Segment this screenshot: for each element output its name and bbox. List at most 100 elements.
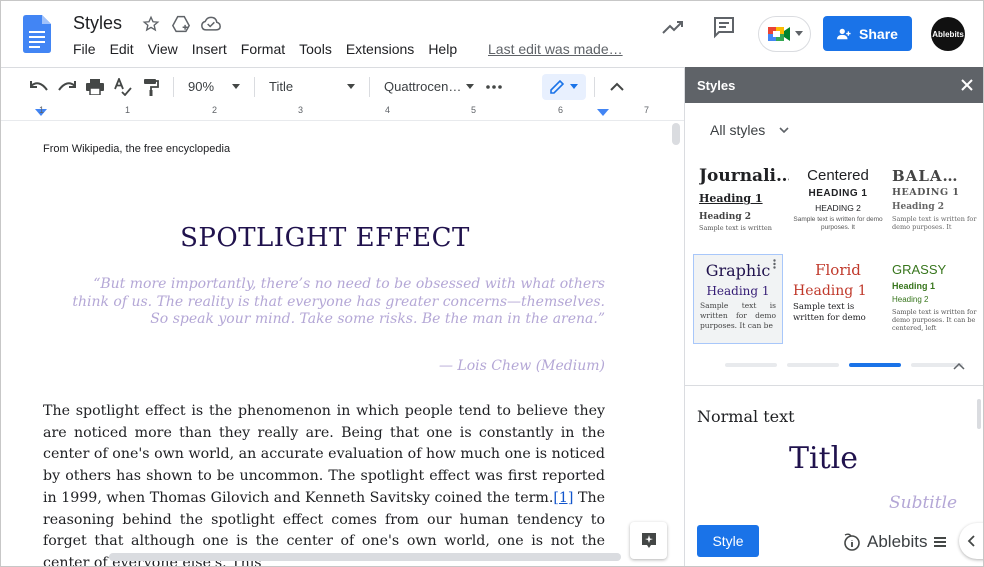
- document-page[interactable]: From Wikipedia, the free encyclopedia SP…: [1, 121, 649, 566]
- last-edit-link[interactable]: Last edit was made…: [488, 41, 623, 57]
- right-indent-marker[interactable]: [597, 109, 609, 116]
- meet-button[interactable]: [758, 16, 811, 52]
- ruler-tick: 1: [39, 105, 45, 115]
- docs-logo-icon[interactable]: [23, 15, 51, 53]
- collapse-cards-icon[interactable]: [953, 362, 965, 370]
- preview-normal-text: Normal text: [697, 407, 795, 426]
- toolbar: 90% Title Quattrocen…: [1, 67, 684, 105]
- card-title: Florid: [815, 261, 861, 279]
- comments-icon[interactable]: [712, 15, 736, 44]
- wiki-note: From Wikipedia, the free encyclopedia: [43, 143, 231, 155]
- style-card-journalism[interactable]: Journali… Heading 1 Heading 2 Sample tex…: [699, 160, 789, 250]
- ruler-tick: 4: [385, 105, 391, 115]
- star-icon[interactable]: [139, 13, 163, 35]
- chevron-down-icon: [570, 83, 578, 89]
- title-icons: [139, 13, 223, 35]
- chevron-down-icon: [466, 83, 474, 89]
- card-title: Journali…: [699, 166, 789, 186]
- menu-insert[interactable]: Insert: [192, 41, 227, 57]
- card-heading2: Heading 2: [699, 212, 752, 222]
- avatar[interactable]: Ablebits: [931, 17, 965, 51]
- close-icon[interactable]: [961, 79, 973, 91]
- more-options-icon[interactable]: [480, 73, 508, 101]
- chevron-down-icon: [232, 83, 240, 89]
- card-heading2: Heading 2: [892, 295, 929, 304]
- cloud-saved-icon[interactable]: [199, 13, 223, 35]
- paragraph-style-select[interactable]: Title: [263, 79, 361, 94]
- card-title: Centered: [807, 167, 869, 184]
- document-canvas[interactable]: From Wikipedia, the free encyclopedia SP…: [1, 121, 669, 566]
- quote-author: — Lois Chew (Medium): [438, 358, 605, 374]
- ruler-tick: 2: [212, 105, 218, 115]
- spellcheck-icon[interactable]: [109, 73, 137, 101]
- explore-button[interactable]: [630, 522, 667, 559]
- card-heading2: Heading 2: [892, 202, 945, 212]
- info-icon[interactable]: [841, 532, 861, 552]
- style-card-balance[interactable]: BALA… HEADING 1 Heading 2 Sample text is…: [892, 160, 982, 250]
- meet-icon: [767, 27, 790, 41]
- menu-file[interactable]: File: [73, 41, 96, 57]
- people-icon: [837, 28, 851, 39]
- citation-link[interactable]: [1]: [553, 490, 573, 506]
- menu-extensions[interactable]: Extensions: [346, 41, 414, 57]
- panel-scrollbar[interactable]: [977, 399, 981, 429]
- scrollbar-thumb[interactable]: [672, 123, 680, 145]
- card-pagination: [725, 363, 963, 367]
- undo-icon[interactable]: [25, 73, 53, 101]
- page-indicator[interactable]: [787, 363, 839, 367]
- card-heading1: Heading 1: [892, 281, 936, 291]
- collapse-menus-icon[interactable]: [603, 73, 631, 101]
- style-card-grassy[interactable]: GRASSY Heading 1 Heading 2 Sample text i…: [892, 254, 982, 344]
- card-sample-text: Sample text is written: [699, 224, 772, 232]
- vertical-scrollbar[interactable]: [669, 121, 684, 566]
- chevron-left-icon: [967, 535, 975, 547]
- document-title[interactable]: Styles: [73, 13, 122, 34]
- ruler-tick: 1: [125, 105, 131, 115]
- share-button[interactable]: Share: [823, 16, 912, 51]
- chevron-down-icon: [347, 83, 355, 89]
- toolbar-divider: [594, 76, 595, 97]
- style-filter-value: All styles: [710, 122, 766, 138]
- card-menu-icon[interactable]: [773, 259, 776, 269]
- menu-tools[interactable]: Tools: [299, 41, 332, 57]
- style-button[interactable]: Style: [697, 525, 759, 557]
- card-sample-text: Sample text is written for demo purposes…: [793, 216, 883, 231]
- move-to-drive-icon[interactable]: [169, 13, 193, 35]
- style-card-centered[interactable]: Centered HEADING 1 HEADING 2 Sample text…: [793, 160, 883, 250]
- zoom-select[interactable]: 90%: [182, 79, 246, 94]
- editing-mode-button[interactable]: [542, 73, 586, 100]
- menu-help[interactable]: Help: [428, 41, 457, 57]
- card-title: BALA…: [892, 167, 959, 185]
- redo-icon[interactable]: [53, 73, 81, 101]
- menu-edit[interactable]: Edit: [110, 41, 134, 57]
- menu-view[interactable]: View: [148, 41, 178, 57]
- font-value: Quattrocen…: [384, 79, 462, 94]
- paint-format-icon[interactable]: [137, 73, 165, 101]
- horizontal-scrollbar[interactable]: [109, 553, 621, 561]
- activity-icon[interactable]: [661, 15, 685, 44]
- style-filter-dropdown[interactable]: All styles: [710, 122, 789, 138]
- ruler-tick: 7: [644, 105, 650, 115]
- font-select[interactable]: Quattrocen…: [378, 79, 480, 94]
- card-sample-text: Sample text is written for demo purposes…: [700, 301, 776, 330]
- toolbar-divider: [173, 76, 174, 97]
- body-paragraph: The spotlight effect is the phenomenon i…: [43, 401, 605, 566]
- card-heading1: Heading 1: [706, 284, 770, 298]
- menu-icon[interactable]: [933, 536, 947, 548]
- chevron-down-icon: [794, 31, 803, 36]
- card-sample-text: Sample text is written for demo: [793, 302, 866, 323]
- menu-format[interactable]: Format: [241, 41, 285, 57]
- chevron-down-icon: [779, 127, 789, 133]
- print-icon[interactable]: [81, 73, 109, 101]
- styles-panel: Styles All styles Journali… Heading 1 He…: [684, 67, 983, 566]
- page-indicator-active[interactable]: [849, 363, 901, 367]
- ruler: 1 1 2 3 4 5 6 7: [1, 105, 684, 121]
- toolbar-divider: [369, 76, 370, 97]
- panel-header: Styles: [685, 67, 983, 103]
- header: Styles File Edit View Insert Format Tool…: [1, 1, 983, 67]
- page-indicator[interactable]: [725, 363, 777, 367]
- panel-title: Styles: [697, 77, 736, 93]
- preview-title: Title: [789, 441, 859, 476]
- style-card-graphic[interactable]: Graphic Heading 1 Sample text is written…: [693, 254, 783, 344]
- style-card-florid[interactable]: Florid Heading 1 Sample text is written …: [793, 254, 883, 344]
